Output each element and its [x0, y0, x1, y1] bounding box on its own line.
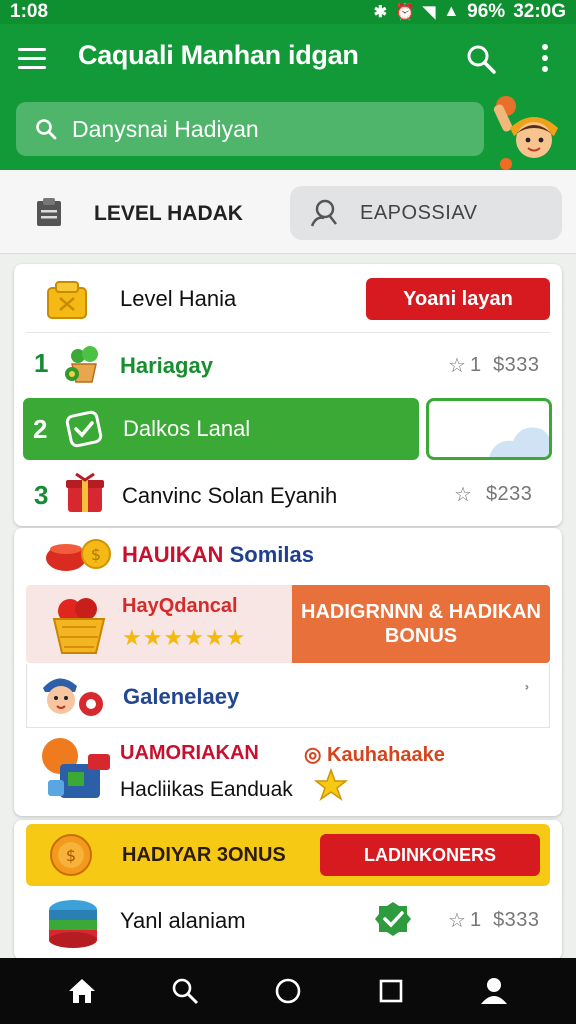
circle-home-icon[interactable] [268, 971, 308, 1011]
star-rating: ★★★★★★ [122, 625, 247, 650]
fruit-basket-icon [52, 598, 106, 654]
level-search-button[interactable]: EAPOSSIAV [290, 186, 562, 240]
level-search-label: EAPOSSIAV [360, 202, 478, 224]
cloud-illustration [489, 427, 549, 457]
row-meta: ☆ $233 [454, 482, 532, 507]
levels-card: Level Hania Yoani layan 1 Hariagay ☆ 1 $… [14, 264, 562, 526]
row-meta: ☆ 1 $333 [448, 908, 540, 933]
layered-cake-icon [49, 900, 97, 948]
treasure-box-icon [47, 281, 87, 319]
svg-text:$: $ [91, 545, 101, 564]
gold-coin-icon: $ [50, 834, 92, 876]
row-number: 1 [34, 348, 49, 378]
promo-title-part2: Somilas [229, 542, 314, 567]
promo-cta-button[interactable]: HADIGRNNN & HADIKAN BONUS [292, 585, 550, 663]
bonus-rating: 1 [469, 909, 482, 931]
promo-sub-item-name: Galenelaey [123, 684, 240, 709]
svg-text:$: $ [66, 846, 76, 865]
bonus-bar[interactable]: $ HADIYAR 3ONUS LADINKONERS [26, 824, 550, 886]
status-bar: 1:08 ✱ ⏰ ◥ ▲ 96% 32:0G [0, 0, 576, 24]
status-time: 1:08 [10, 1, 49, 22]
levels-action-button[interactable]: Yoani layan [366, 278, 550, 320]
bluetooth-icon: ✱ [373, 4, 388, 21]
square-recents-icon[interactable] [371, 971, 411, 1011]
row-amount: $333 [493, 354, 540, 376]
promo-bottom-text: Hacliikas Eanduak [120, 778, 293, 801]
status-icons: ✱ ⏰ ◥ ▲ 96% 32:0G [374, 1, 566, 23]
user-search-icon [310, 199, 337, 227]
alarm-icon: ⏰ [395, 4, 415, 21]
search-icon[interactable] [464, 42, 498, 76]
level-header: LEVEL HADAK EAPOSSIAV [0, 170, 576, 254]
gift-box-icon [66, 472, 104, 512]
divider [26, 332, 550, 333]
row-amount: $233 [485, 483, 533, 505]
promo-banner-left: HayQdancal ★★★★★★ [26, 585, 292, 663]
list-item-selected[interactable]: 2 Dalkos Lanal [23, 398, 419, 460]
promo-banner[interactable]: HayQdancal ★★★★★★ HADIGRNNN & HADIKAN BO… [26, 585, 550, 663]
star-outline-icon: ☆ [448, 355, 466, 377]
search-input[interactable]: Danysnai Hadiyan [16, 102, 484, 156]
person-icon[interactable] [474, 971, 514, 1011]
more-vert-icon[interactable] [534, 40, 556, 76]
levels-card-title: Level Hania [120, 286, 237, 311]
wifi-icon: ◥ [423, 4, 436, 21]
check-shield-icon [65, 410, 103, 448]
coin-badge-icon: ◎ [304, 744, 322, 766]
verified-check-icon [375, 902, 411, 936]
character-drum-icon [43, 678, 103, 716]
row-rating: 1 [469, 354, 482, 376]
row-name: Canvinc Solan Eyanih [122, 483, 338, 508]
promo-card: $ HAUIKAN Somilas HayQdancal ★★★★★★ HADI… [14, 528, 562, 816]
menu-icon[interactable] [18, 42, 50, 74]
promo-bottom-link[interactable]: ◎ Kauhahaake [304, 742, 445, 767]
app-title: Caquali Manhan idgan [78, 40, 359, 70]
promo-title: HayQdancal [122, 595, 238, 617]
row-number: 3 [34, 480, 49, 510]
toy-blocks-icon [42, 738, 110, 798]
bottom-nav [0, 958, 576, 1024]
level-preview-box[interactable] [426, 398, 552, 460]
promo-bottom-title: UAMORIAKAN [120, 742, 259, 764]
bonus-amount: $333 [493, 909, 540, 931]
bonus-button[interactable]: LADINKONERS [320, 834, 540, 876]
status-clock: 32:0G [513, 1, 566, 22]
star-outline-icon: ☆ [448, 910, 466, 932]
row-name: Dalkos Lanal [123, 416, 251, 441]
mascot-avatar [493, 96, 558, 170]
bonus-card: $ HADIYAR 3ONUS LADINKONERS Yanl alaniam… [14, 820, 562, 960]
promo-bottom-link-label: Kauhahaake [327, 744, 445, 766]
coin-pot-icon: $ [46, 539, 111, 571]
app-bar: Caquali Manhan idgan Danysnai Hadiyan [0, 24, 576, 170]
promo-title-part1: HAUIKAN [122, 542, 224, 567]
battery-level: 96% [467, 1, 506, 22]
star-outline-icon: ☆ [454, 484, 472, 506]
search-placeholder: Danysnai Hadiyan [72, 115, 259, 142]
level-label: LEVEL HADAK [94, 202, 243, 225]
bonus-title: HADIYAR 3ONUS [122, 844, 286, 866]
promo-sub-item[interactable]: Galenelaey ʾ [26, 664, 550, 728]
chevron-icon[interactable]: ʾ [523, 682, 531, 710]
bonus-item-name: Yanl alaniam [120, 908, 246, 933]
row-name: Hariagay [120, 353, 213, 378]
row-meta: ☆ 1 $333 [448, 353, 540, 378]
plant-pot-icon [65, 346, 98, 383]
promo-card-title: HAUIKAN Somilas [122, 542, 314, 568]
signal-icon: ▲ [443, 3, 460, 20]
home-icon[interactable] [62, 971, 102, 1011]
star-icon [314, 768, 348, 801]
row-number: 2 [33, 414, 48, 444]
clipboard-icon [37, 198, 61, 226]
search-icon[interactable] [165, 971, 205, 1011]
search-field-icon [36, 119, 57, 140]
